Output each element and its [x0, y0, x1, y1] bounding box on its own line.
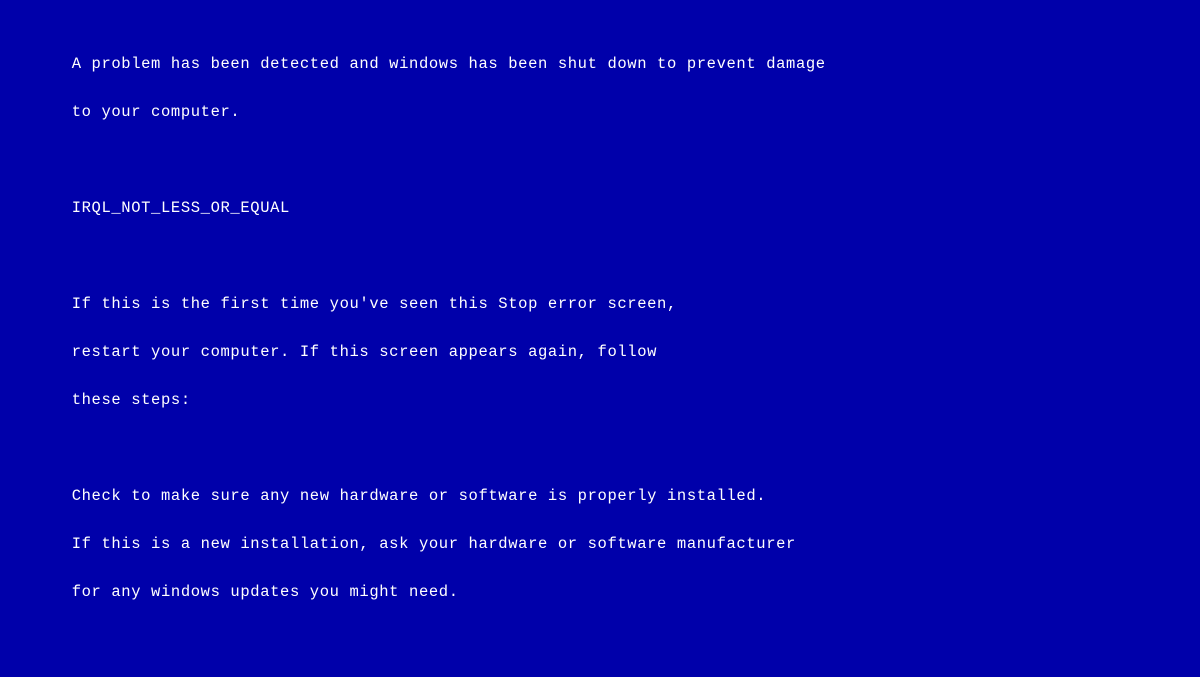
para1-line2: restart your computer. If this screen ap…: [72, 343, 657, 361]
para1-line3: these steps:: [72, 391, 191, 409]
bsod-screen: A problem has been detected and windows …: [0, 0, 1200, 677]
error-code: IRQL_NOT_LESS_OR_EQUAL: [72, 199, 290, 217]
header-line1: A problem has been detected and windows …: [72, 55, 826, 73]
para1-line1: If this is the first time you've seen th…: [72, 295, 677, 313]
header-line2: to your computer.: [72, 103, 241, 121]
para2-line1: Check to make sure any new hardware or s…: [72, 487, 767, 505]
para2-line2: If this is a new installation, ask your …: [72, 535, 796, 553]
para2-line3: for any windows updates you might need.: [72, 583, 459, 601]
